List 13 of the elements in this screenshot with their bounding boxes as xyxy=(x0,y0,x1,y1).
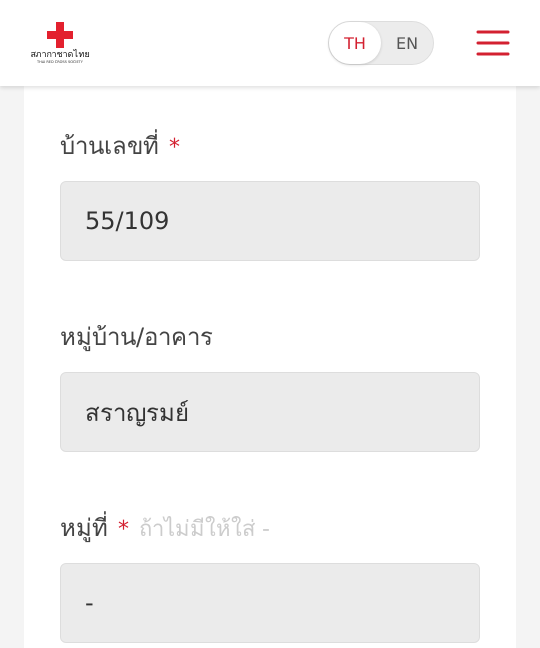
required-mark: * xyxy=(118,517,129,542)
cross-icon xyxy=(47,22,73,48)
language-option[interactable]: EN xyxy=(381,22,433,64)
input-field[interactable]: สราญรมย์ xyxy=(60,372,480,452)
field-label: หมู่บ้าน/อาคาร xyxy=(60,322,214,354)
menu-icon[interactable] xyxy=(476,28,510,58)
logo-text: สภากาชาดไทย xyxy=(30,50,90,60)
input-field[interactable]: 55/109 xyxy=(60,181,480,261)
required-mark: * xyxy=(169,135,180,160)
field-label: หมู่ที่ xyxy=(60,508,108,547)
language-option[interactable]: TH xyxy=(329,22,381,64)
input-field[interactable]: - xyxy=(60,563,480,643)
field-label: บ้านเลขที่ xyxy=(60,126,159,165)
